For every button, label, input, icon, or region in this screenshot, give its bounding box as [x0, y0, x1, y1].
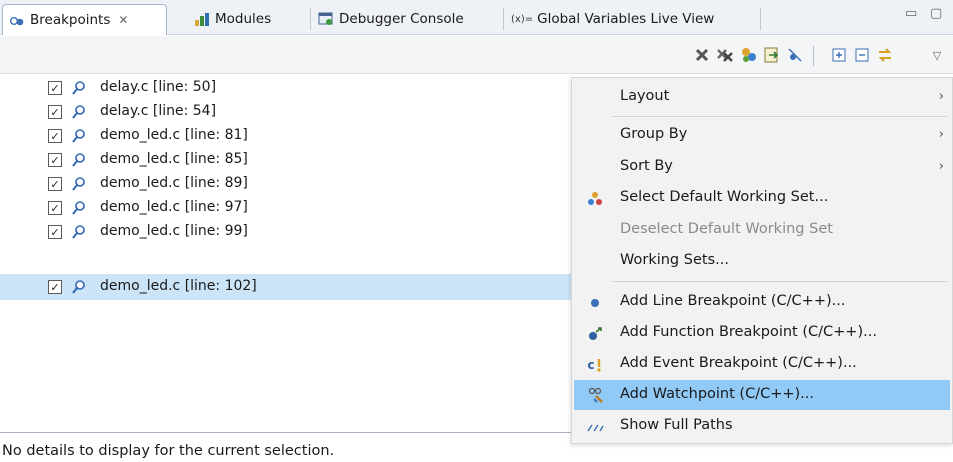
menu-item-label: Deselect Default Working Set: [620, 221, 833, 237]
tab-divider: [503, 8, 504, 30]
details-text: No details to display for the current se…: [2, 443, 335, 459]
menu-item-label: Group By: [620, 126, 688, 142]
watchpoint-icon: [588, 387, 606, 405]
breakpoints-view-icon: [9, 12, 25, 28]
menu-item-label: Sort By: [620, 158, 673, 174]
view-tab-bar: Breakpoints ✕ Modules Debugger Console (…: [0, 0, 953, 35]
breakpoint-icon: [72, 105, 85, 119]
linked-icon[interactable]: [740, 46, 758, 64]
toolbar-separator: [813, 46, 814, 66]
function-breakpoint-icon: [586, 325, 604, 343]
breakpoint-row[interactable]: ✓ demo_led.c [line: 81]: [0, 124, 570, 148]
line-breakpoint-icon: [586, 294, 604, 312]
view-menu-dropdown: Layout › Group By › Sort By › Select Def…: [571, 77, 953, 444]
menu-separator: [612, 281, 947, 282]
menu-item-label: Add Line Breakpoint (C/C++)...: [620, 293, 846, 309]
tab-breakpoints[interactable]: Breakpoints ✕: [2, 4, 167, 35]
event-breakpoint-prefix: c: [587, 358, 595, 372]
maximize-icon[interactable]: ▢: [930, 6, 942, 21]
breakpoint-icon: [72, 280, 85, 294]
menu-item-label: Layout: [620, 88, 670, 104]
breakpoint-checkbox[interactable]: ✓: [48, 129, 62, 143]
breakpoint-icon: [72, 225, 85, 239]
menu-item-sort-by[interactable]: Sort By ›: [572, 152, 952, 182]
tab-close-icon[interactable]: ✕: [118, 13, 128, 27]
menu-item-add-watchpoint[interactable]: Add Watchpoint (C/C++)...: [574, 380, 950, 410]
variables-icon: (x)=: [511, 13, 534, 25]
breakpoint-checkbox[interactable]: ✓: [48, 153, 62, 167]
breakpoint-label: demo_led.c [line: 102]: [100, 278, 257, 294]
breakpoint-row[interactable]: ✓ delay.c [line: 50]: [0, 76, 570, 100]
menu-item-add-line-breakpoint[interactable]: Add Line Breakpoint (C/C++)...: [572, 287, 952, 317]
skip-all-icon[interactable]: [786, 46, 804, 64]
menu-item-add-function-breakpoint[interactable]: Add Function Breakpoint (C/C++)...: [572, 318, 952, 348]
view-toolbar: ▽: [0, 36, 953, 74]
menu-item-label: Add Watchpoint (C/C++)...: [620, 386, 814, 402]
menu-item-show-full-paths[interactable]: Show Full Paths: [572, 411, 952, 441]
breakpoint-row[interactable]: ✓ demo_led.c [line: 85]: [0, 148, 570, 172]
minimize-icon[interactable]: ▭: [905, 6, 917, 21]
event-breakpoint-icon: c: [586, 356, 604, 374]
menu-item-layout[interactable]: Layout ›: [572, 82, 952, 112]
breakpoint-icon: [72, 129, 85, 143]
modules-icon: [194, 11, 210, 27]
breakpoint-label: demo_led.c [line: 97]: [100, 199, 248, 215]
expand-all-icon[interactable]: [830, 46, 848, 64]
menu-item-deselect-default-working-set: Deselect Default Working Set: [572, 215, 952, 245]
tab-label: Breakpoints: [30, 12, 111, 28]
collapse-all-icon[interactable]: [853, 46, 871, 64]
breakpoint-checkbox[interactable]: ✓: [48, 280, 62, 294]
menu-item-label: Select Default Working Set...: [620, 189, 829, 205]
breakpoint-icon: [72, 81, 85, 95]
breakpoint-icon: [72, 177, 85, 191]
breakpoint-row[interactable]: ✓ demo_led.c [line: 89]: [0, 172, 570, 196]
menu-item-label: Add Function Breakpoint (C/C++)...: [620, 324, 877, 340]
breakpoint-checkbox[interactable]: ✓: [48, 225, 62, 239]
menu-item-label: Show Full Paths: [620, 417, 733, 433]
console-icon: [318, 11, 334, 27]
submenu-arrow-icon: ›: [938, 159, 944, 174]
remove-icon[interactable]: [693, 46, 711, 64]
breakpoint-label: demo_led.c [line: 89]: [100, 175, 248, 191]
submenu-arrow-icon: ›: [938, 89, 944, 104]
menu-item-label: Working Sets...: [620, 252, 729, 268]
breakpoint-checkbox[interactable]: ✓: [48, 81, 62, 95]
tab-label: Global Variables Live View: [537, 11, 715, 27]
breakpoint-checkbox[interactable]: ✓: [48, 177, 62, 191]
tab-modules[interactable]: Modules: [188, 4, 277, 34]
tab-divider: [760, 8, 761, 30]
menu-item-group-by[interactable]: Group By ›: [572, 120, 952, 150]
breakpoint-icon: [72, 201, 85, 215]
breakpoint-row[interactable]: ✓ delay.c [line: 54]: [0, 100, 570, 124]
breakpoint-label: demo_led.c [line: 85]: [100, 151, 248, 167]
remove-all-icon[interactable]: [716, 46, 734, 64]
tab-debugger-console[interactable]: Debugger Console: [312, 4, 470, 34]
tab-divider: [310, 8, 311, 30]
menu-item-label: Add Event Breakpoint (C/C++)...: [620, 355, 857, 371]
tab-label: Debugger Console: [339, 11, 464, 27]
breakpoint-row[interactable]: ✓ demo_led.c [line: 99]: [0, 220, 570, 244]
breakpoint-row[interactable]: ✓ demo_led.c [line: 97]: [0, 196, 570, 220]
full-paths-icon: [586, 418, 604, 436]
working-set-icon: [586, 190, 604, 208]
breakpoint-label: delay.c [line: 50]: [100, 79, 217, 95]
menu-item-working-sets[interactable]: Working Sets...: [572, 246, 952, 276]
link-with-view-icon[interactable]: [876, 46, 894, 64]
breakpoint-label: demo_led.c [line: 99]: [100, 223, 248, 239]
breakpoint-checkbox[interactable]: ✓: [48, 105, 62, 119]
menu-item-add-event-breakpoint[interactable]: c Add Event Breakpoint (C/C++)...: [572, 349, 952, 379]
breakpoint-label: demo_led.c [line: 81]: [100, 127, 248, 143]
breakpoint-label: delay.c [line: 54]: [100, 103, 217, 119]
menu-item-select-default-working-set[interactable]: Select Default Working Set...: [572, 183, 952, 213]
tab-label: Modules: [215, 11, 272, 27]
menu-separator: [612, 116, 947, 117]
breakpoint-checkbox[interactable]: ✓: [48, 201, 62, 215]
submenu-arrow-icon: ›: [938, 127, 944, 142]
breakpoint-icon: [72, 153, 85, 167]
view-menu-icon[interactable]: ▽: [928, 46, 946, 64]
goto-file-icon[interactable]: [763, 46, 781, 64]
tab-global-variables[interactable]: (x)= Global Variables Live View: [505, 4, 720, 34]
